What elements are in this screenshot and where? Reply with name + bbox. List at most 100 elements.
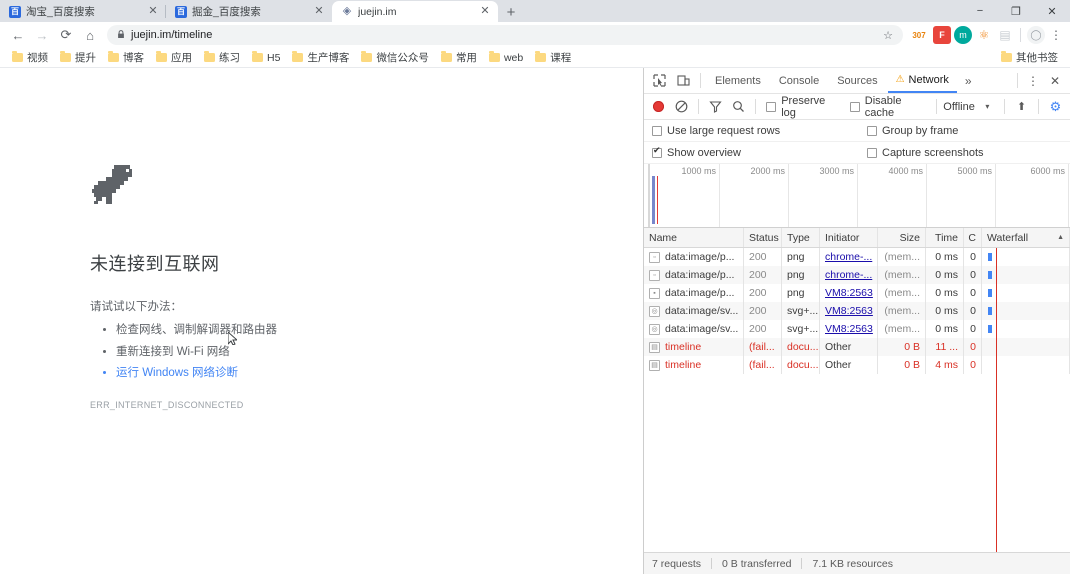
close-tab-icon[interactable]: ✕ — [312, 5, 326, 19]
extension-red-icon[interactable]: F — [933, 26, 951, 44]
bookmark-item[interactable]: web — [483, 51, 529, 64]
bookmark-item[interactable]: H5 — [246, 51, 286, 64]
capture-screenshots-checkbox[interactable]: Capture screenshots — [867, 147, 984, 159]
column-header-type[interactable]: Type — [782, 228, 820, 247]
reload-button[interactable]: ⟳ — [54, 23, 78, 47]
device-toolbar-icon[interactable] — [672, 70, 694, 92]
bookmark-star-icon[interactable]: ☆ — [883, 29, 893, 42]
record-button[interactable] — [648, 96, 669, 118]
extension-orange-icon[interactable]: ⚛ — [975, 26, 993, 44]
close-window-button[interactable]: ✕ — [1034, 0, 1070, 22]
preserve-log-checkbox[interactable]: Preserve log — [766, 95, 840, 119]
overview-tick-label: 3000 ms — [819, 166, 854, 176]
column-header-waterfall[interactable]: Waterfall ▲ — [982, 228, 1070, 247]
image-file-icon: ▫ — [649, 251, 660, 263]
overview-load-marker — [657, 176, 658, 224]
use-large-rows-checkbox[interactable]: Use large request rows — [652, 125, 867, 137]
close-tab-icon[interactable]: ✕ — [146, 5, 160, 19]
cell-type: docu... — [782, 338, 820, 356]
tab-elements[interactable]: Elements — [707, 68, 769, 93]
back-button[interactable]: ← — [6, 23, 30, 47]
bookmark-item[interactable]: 常用 — [435, 50, 483, 65]
cell-initiator[interactable]: VM8:2563 — [820, 284, 878, 302]
chevron-down-icon[interactable]: ▾ — [977, 96, 998, 118]
devtools-menu-icon[interactable]: ⋮ — [1022, 70, 1044, 92]
clear-button[interactable] — [671, 96, 692, 118]
table-row[interactable]: ▤ timeline (fail... docu... Other 0 B 4 m… — [644, 356, 1070, 374]
column-header-size[interactable]: Size — [878, 228, 926, 247]
image-file-icon: ▫ — [649, 269, 660, 281]
tab-strip: 百 淘宝_百度搜索 ✕ 百 掘金_百度搜索 ✕ ◈ juejin.im ✕ + … — [0, 0, 1070, 22]
bookmark-label: H5 — [267, 51, 281, 64]
bookmark-item[interactable]: 课程 — [529, 50, 577, 65]
mouse-cursor-icon — [228, 332, 237, 345]
column-header-time[interactable]: Time — [926, 228, 964, 247]
tab-sources[interactable]: Sources — [829, 68, 885, 93]
inspect-element-icon[interactable] — [648, 70, 670, 92]
cell-time: 0 ms — [926, 320, 964, 338]
cell-connection: 0 — [964, 248, 982, 266]
bookmark-item[interactable]: 博客 — [102, 50, 150, 65]
table-row[interactable]: ◎ data:image/sv... 200 svg+... VM8:2563 (… — [644, 320, 1070, 338]
gear-icon[interactable]: ⚙ — [1045, 96, 1066, 118]
cell-initiator[interactable]: chrome-... — [820, 266, 878, 284]
tab-console[interactable]: Console — [771, 68, 827, 93]
image-file-icon: ▪ — [649, 287, 660, 299]
extension-teal-icon[interactable]: m — [954, 26, 972, 44]
url-text: juejin.im/timeline — [131, 29, 213, 41]
show-overview-checkbox[interactable]: Show overview — [652, 146, 867, 159]
avatar[interactable]: ◯ — [1027, 26, 1045, 44]
throttling-dropdown[interactable]: Offline — [943, 101, 975, 113]
extension-gray-icon[interactable]: ▤ — [996, 26, 1014, 44]
address-bar[interactable]: juejin.im/timeline ☆ — [107, 25, 903, 45]
bookmark-item[interactable]: 提升 — [54, 50, 102, 65]
cell-connection: 0 — [964, 284, 982, 302]
bookmark-item[interactable]: 生产博客 — [286, 50, 355, 65]
chrome-menu-icon[interactable]: ⋮ — [1048, 28, 1064, 42]
close-devtools-icon[interactable]: ✕ — [1044, 70, 1066, 92]
table-row[interactable]: ▤ timeline (fail... docu... Other 0 B 11 … — [644, 338, 1070, 356]
column-header-status[interactable]: Status — [744, 228, 782, 247]
browser-tab-3-active[interactable]: ◈ juejin.im ✕ — [332, 1, 498, 22]
bookmark-item[interactable]: 应用 — [150, 50, 198, 65]
bookmark-item[interactable]: 微信公众号 — [355, 50, 435, 65]
browser-tab-2[interactable]: 百 掘金_百度搜索 ✕ — [165, 1, 332, 22]
page-title: 未连接到互联网 — [90, 254, 220, 274]
extension-count-badge[interactable]: 307 — [908, 26, 930, 44]
filter-icon[interactable] — [705, 96, 726, 118]
bookmark-item[interactable]: 练习 — [198, 50, 246, 65]
table-row[interactable]: ▫ data:image/p... 200 png chrome-... (mem… — [644, 248, 1070, 266]
new-tab-button[interactable]: + — [498, 2, 524, 22]
network-overview[interactable]: 1000 ms 2000 ms 3000 ms 4000 ms 5000 ms … — [644, 164, 1070, 228]
table-row[interactable]: ◎ data:image/sv... 200 svg+... VM8:2563 (… — [644, 302, 1070, 320]
minimize-button[interactable]: − — [962, 0, 998, 22]
devtools-panel: Elements Console Sources ⚠ Network » ⋮ ✕ — [643, 68, 1070, 574]
home-button[interactable]: ⌂ — [78, 23, 102, 47]
import-har-icon[interactable]: ⬆ — [1011, 96, 1032, 118]
table-row[interactable]: ▪ data:image/p... 200 png VM8:2563 (mem..… — [644, 284, 1070, 302]
cell-initiator[interactable]: VM8:2563 — [820, 320, 878, 338]
column-header-initiator[interactable]: Initiator — [820, 228, 878, 247]
cell-size: (mem... — [878, 320, 926, 338]
bookmark-item[interactable]: 视频 — [6, 50, 54, 65]
column-header-name[interactable]: Name — [644, 228, 744, 247]
more-panels-icon[interactable]: » — [959, 74, 978, 88]
network-diagnostics-link[interactable]: 运行 Windows 网络诊断 — [116, 366, 510, 382]
forward-button[interactable]: → — [30, 23, 54, 47]
other-bookmarks-item[interactable]: 其他书签 — [995, 50, 1064, 65]
dinosaur-icon — [92, 165, 132, 204]
network-request-table: Name Status Type Initiator Size Time C W… — [644, 228, 1070, 574]
cell-initiator[interactable]: chrome-... — [820, 248, 878, 266]
table-row[interactable]: ▫ data:image/p... 200 png chrome-... (mem… — [644, 266, 1070, 284]
maximize-button[interactable]: ❐ — [998, 0, 1034, 22]
group-by-frame-checkbox[interactable]: Group by frame — [867, 125, 958, 137]
browser-tab-1[interactable]: 百 淘宝_百度搜索 ✕ — [0, 1, 166, 22]
search-icon[interactable] — [728, 96, 749, 118]
cell-status: (fail... — [744, 338, 782, 356]
tab-network[interactable]: ⚠ Network — [887, 68, 957, 93]
cell-time: 4 ms — [926, 356, 964, 374]
close-tab-icon[interactable]: ✕ — [478, 5, 492, 19]
disable-cache-checkbox[interactable]: Disable cache — [849, 95, 931, 119]
column-header-c[interactable]: C — [964, 228, 982, 247]
cell-initiator[interactable]: VM8:2563 — [820, 302, 878, 320]
